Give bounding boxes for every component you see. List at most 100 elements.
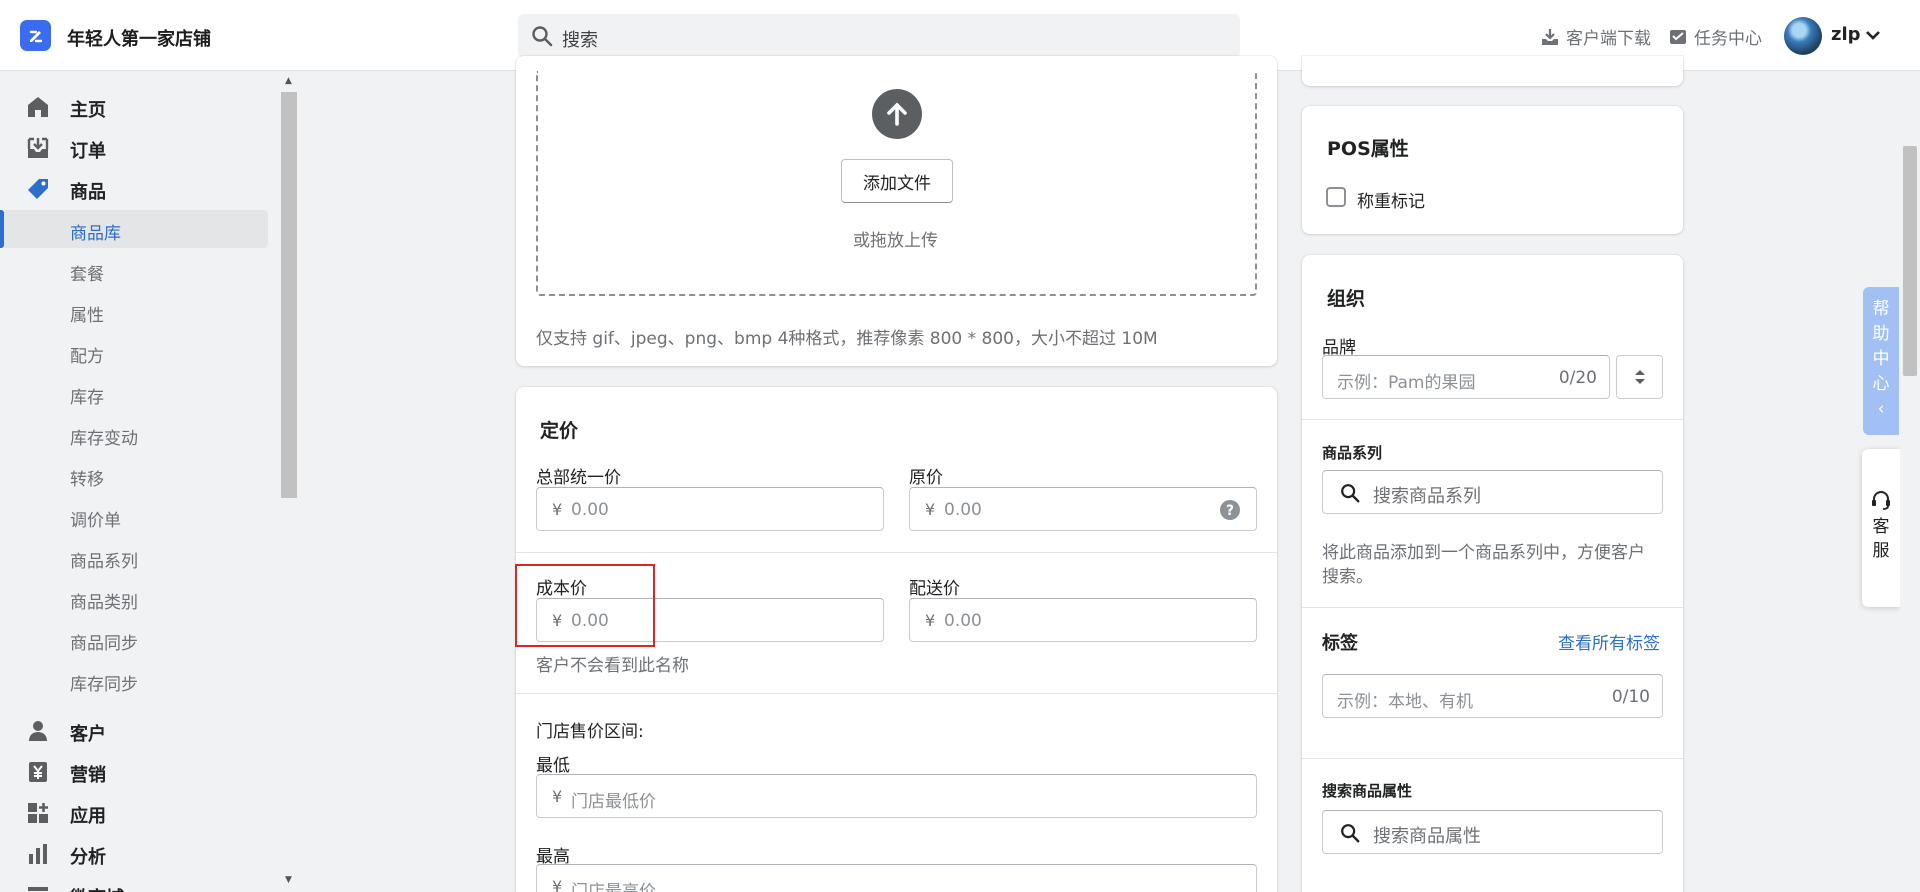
sidebar-sub-item-label: 套餐 xyxy=(70,265,104,285)
collapse-chevron-icon: ‹ xyxy=(1877,399,1885,419)
store-name[interactable]: 年轻人第一家店铺 xyxy=(67,25,211,51)
customer-service-tab[interactable]: 客 服 xyxy=(1862,449,1900,607)
search-icon xyxy=(1341,484,1360,503)
drag-upload-hint: 或拖放上传 xyxy=(853,231,938,251)
organization-title: 组织 xyxy=(1327,288,1366,310)
global-search-input[interactable]: 搜索 xyxy=(518,14,1240,58)
sidebar-item-marketing[interactable]: 营销 xyxy=(0,752,268,792)
currency-prefix: ¥ xyxy=(552,500,563,519)
customer-service-char: 服 xyxy=(1872,541,1890,561)
help-center-char: 帮 xyxy=(1872,299,1890,319)
search-placeholder: 搜索 xyxy=(562,30,598,51)
sidebar-sub-item-product-series[interactable]: 商品系列 xyxy=(0,538,268,576)
sort-arrows-icon xyxy=(1634,370,1645,384)
sidebar-sub-item-inventory-sync[interactable]: 库存同步 xyxy=(0,661,268,699)
client-download-label: 客户端下载 xyxy=(1566,29,1651,49)
sidebar-item-label: 分析 xyxy=(70,847,106,868)
task-center-label: 任务中心 xyxy=(1694,29,1762,49)
pos-attributes-title: POS属性 xyxy=(1327,138,1409,160)
sidebar-sub-item-label: 转移 xyxy=(70,470,104,490)
organization-divider xyxy=(1302,758,1683,759)
sidebar-sub-item-attributes[interactable]: 属性 xyxy=(0,292,268,330)
tag-icon xyxy=(28,179,48,199)
weigh-flag-checkbox[interactable] xyxy=(1326,187,1346,207)
sidebar-item-products[interactable]: 商品 xyxy=(0,169,268,209)
sidebar-item-label: 订单 xyxy=(70,141,106,162)
sidebar-item-orders[interactable]: 订单 xyxy=(0,128,268,168)
sidebar-sub-item-product-sync[interactable]: 商品同步 xyxy=(0,620,268,658)
upload-arrow-icon xyxy=(872,89,922,139)
product-attribute-placeholder: 搜索商品属性 xyxy=(1373,826,1481,847)
scroll-down-arrow-icon[interactable]: ▼ xyxy=(285,875,292,885)
delivery-price-placeholder: 0.00 xyxy=(944,611,982,631)
sidebar-item-label: 商品 xyxy=(70,182,106,203)
sidebar-item-apps[interactable]: 应用 xyxy=(0,793,268,833)
brand-select-stepper[interactable] xyxy=(1616,355,1663,399)
sidebar-sub-item-product-category[interactable]: 商品类别 xyxy=(0,579,268,617)
sidebar-sub-item-combo[interactable]: 套餐 xyxy=(0,251,268,289)
organization-divider xyxy=(1302,419,1683,420)
sidebar-item-customers[interactable]: 客户 xyxy=(0,711,268,751)
help-center-char: 心 xyxy=(1872,374,1890,394)
customer-service-char: 客 xyxy=(1872,517,1890,537)
sidebar-sub-item-product-library[interactable]: 商品库 xyxy=(0,210,268,248)
headset-icon xyxy=(1872,491,1890,510)
max-price-placeholder: 门店最高价 xyxy=(571,882,656,892)
currency-prefix: ¥ xyxy=(925,611,936,630)
brand-input[interactable]: 示例：Pam的果园 0/20 xyxy=(1322,355,1610,399)
min-price-placeholder: 门店最低价 xyxy=(571,792,656,812)
original-price-placeholder: 0.00 xyxy=(944,500,982,520)
sidebar-sub-item-label: 商品同步 xyxy=(70,634,138,654)
max-price-input[interactable]: ¥ 门店最高价 xyxy=(536,864,1257,892)
view-all-tags-link[interactable]: 查看所有标签 xyxy=(1558,629,1660,654)
sidebar-sub-item-recipes[interactable]: 配方 xyxy=(0,333,268,371)
add-file-button[interactable]: 添加文件 xyxy=(841,159,953,203)
previous-card-bottom xyxy=(1302,56,1683,86)
sidebar-item-analytics[interactable]: 分析 xyxy=(0,834,268,874)
help-center-char: 助 xyxy=(1872,324,1890,344)
tags-input[interactable]: 示例：本地、有机 0/10 xyxy=(1322,674,1663,718)
add-file-label: 添加文件 xyxy=(863,173,931,194)
pricing-divider xyxy=(516,693,1277,694)
sidebar-sub-item-inventory[interactable]: 库存 xyxy=(0,374,268,412)
store-icon xyxy=(28,887,48,891)
task-center-button[interactable]: 任务中心 xyxy=(1668,24,1762,49)
sidebar-sub-item-label: 属性 xyxy=(70,306,104,326)
sidebar-sub-item-label: 商品系列 xyxy=(70,552,138,572)
sidebar-sub-item-price-adjust[interactable]: 调价单 xyxy=(0,497,268,535)
help-center-tab[interactable]: 帮 助 中 心 ‹ xyxy=(1863,287,1899,435)
highlight-annotation-box xyxy=(515,564,655,647)
sidebar-item-home[interactable]: 主页 xyxy=(0,87,268,127)
search-icon xyxy=(1341,824,1360,843)
unified-price-placeholder: 0.00 xyxy=(571,500,609,520)
user-avatar[interactable] xyxy=(1784,17,1822,55)
question-circle-icon[interactable]: ? xyxy=(1220,500,1240,520)
sidebar-sub-item-label: 库存 xyxy=(70,388,104,408)
client-download-button[interactable]: 客户端下载 xyxy=(1540,24,1651,49)
sidebar-scrollbar-thumb[interactable] xyxy=(281,92,297,498)
help-center-char: 中 xyxy=(1872,349,1890,369)
page-scrollbar[interactable] xyxy=(1900,71,1920,892)
original-price-label: 原价 xyxy=(909,468,943,488)
product-series-search-input[interactable]: 搜索商品系列 xyxy=(1322,470,1663,514)
delivery-price-input[interactable]: ¥ 0.00 xyxy=(909,598,1257,642)
page-scrollbar-thumb[interactable] xyxy=(1903,146,1917,376)
user-menu[interactable]: zlp xyxy=(1831,24,1881,45)
min-price-input[interactable]: ¥ 门店最低价 xyxy=(536,774,1257,818)
store-logo-icon[interactable] xyxy=(20,20,51,51)
original-price-input[interactable]: ¥ 0.00 ? xyxy=(909,487,1257,531)
sidebar-item-label: 客户 xyxy=(70,724,106,745)
cost-price-hint: 客户不会看到此名称 xyxy=(536,656,689,676)
sidebar-scrollbar[interactable]: ▲ ▼ xyxy=(280,71,298,892)
scroll-up-arrow-icon[interactable]: ▲ xyxy=(285,76,292,86)
unified-price-input[interactable]: ¥ 0.00 xyxy=(536,487,884,531)
sidebar-item-micro-store[interactable]: 微商城 xyxy=(0,875,268,892)
sidebar-sub-item-label: 库存同步 xyxy=(70,675,138,695)
sidebar-sub-item-label: 库存变动 xyxy=(70,429,138,449)
sidebar-sub-item-label: 商品库 xyxy=(70,224,121,244)
product-attribute-search-input[interactable]: 搜索商品属性 xyxy=(1322,810,1663,854)
sidebar-sub-item-inventory-changes[interactable]: 库存变动 xyxy=(0,415,268,453)
pricing-title: 定价 xyxy=(540,420,579,442)
sidebar-sub-item-transfer[interactable]: 转移 xyxy=(0,456,268,494)
delivery-price-label: 配送价 xyxy=(909,579,960,599)
